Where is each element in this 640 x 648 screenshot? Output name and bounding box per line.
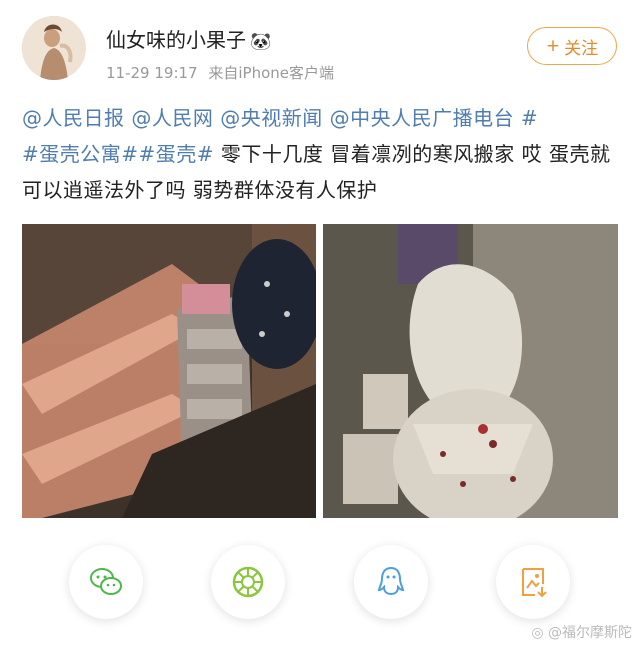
username[interactable]: 仙女味的小果子 🐼 [106,24,271,53]
hashtag-link[interactable]: #蛋壳公寓# [22,142,139,166]
post-photo-bags[interactable] [323,224,618,518]
weibo-logo-icon: ◎ [531,625,544,641]
post-source-device: iPhone客户端 [238,64,335,82]
share-wechat-button[interactable] [69,545,143,619]
mention-link[interactable]: @中央人民广播电台 [330,106,515,130]
hashtag-link[interactable]: #蛋壳# [139,142,215,166]
post-source-prefix: 来自 [208,64,239,82]
username-text[interactable]: 仙女味的小果子 [106,28,246,52]
mention-link[interactable]: @人民日报 [22,106,125,130]
photo-bags [323,224,618,518]
save-image-icon [522,568,547,598]
avatar-image [22,16,86,80]
photo-room-shelf [22,224,316,518]
post-meta: 11-29 19:17 来自iPhone客户端 [106,62,334,83]
watermark: ◎ @福尔摩斯陀 [531,622,632,642]
follow-button[interactable]: + 关注 [527,27,617,65]
share-bar [0,545,640,625]
follow-label: 关注 [564,38,599,59]
mention-link[interactable]: @央视新闻 [220,106,323,130]
user-avatar[interactable] [22,16,86,80]
hashtag-link[interactable]: # [514,106,538,130]
qq-icon [377,566,405,596]
watermark-text: @福尔摩斯陀 [548,625,632,641]
post-body: @人民日报 @人民网 @央视新闻 @中央人民广播电台 # #蛋壳公寓##蛋壳# … [22,100,622,208]
post-photo-room[interactable] [22,224,316,518]
wechat-icon [90,568,122,595]
follow-plus-icon: + [545,36,561,56]
post-timestamp: 11-29 19:17 [106,64,198,82]
share-save-button[interactable] [496,545,570,619]
share-moments-button[interactable] [211,545,285,619]
panda-emoji-icon: 🐼 [250,32,272,52]
mention-link[interactable]: @人民网 [131,106,213,130]
moments-icon [232,566,264,598]
share-qq-button[interactable] [354,545,428,619]
